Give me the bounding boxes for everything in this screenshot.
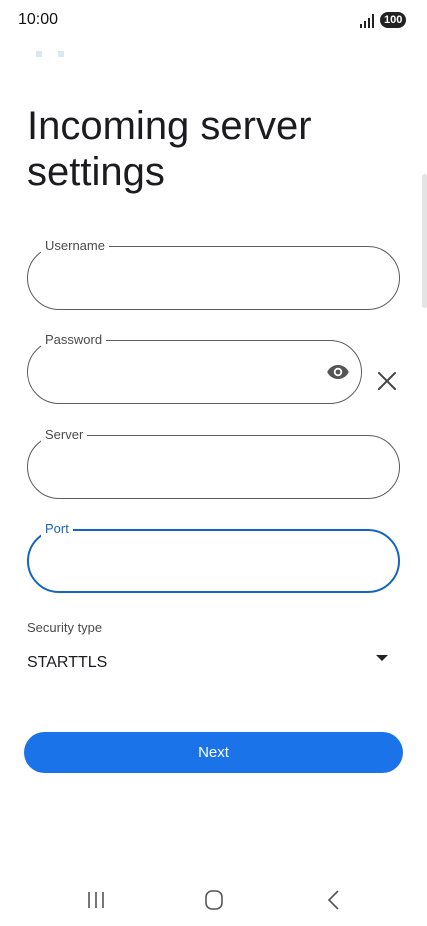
status-time: 10:00 bbox=[18, 11, 59, 28]
password-label: Password bbox=[41, 332, 107, 348]
port-label: Port bbox=[41, 521, 73, 537]
username-input[interactable] bbox=[45, 260, 345, 296]
security-type-value: STARTTLS bbox=[27, 654, 108, 671]
server-input[interactable] bbox=[45, 449, 345, 485]
status-bar: 10:00 100 bbox=[0, 0, 427, 40]
loading-indicator bbox=[36, 44, 80, 62]
security-type-label: Security type bbox=[27, 620, 103, 635]
server-field[interactable]: Server bbox=[27, 427, 400, 499]
home-icon[interactable] bbox=[200, 888, 228, 912]
recents-icon[interactable] bbox=[82, 888, 110, 912]
back-icon[interactable] bbox=[320, 888, 348, 912]
navigation-bar bbox=[0, 870, 427, 926]
port-field[interactable]: Port bbox=[27, 521, 400, 593]
next-button[interactable]: Next bbox=[24, 732, 403, 773]
signal-bars-icon bbox=[360, 14, 374, 28]
password-field[interactable]: Password bbox=[27, 332, 362, 404]
password-input[interactable] bbox=[45, 354, 345, 390]
scrollbar-thumb[interactable] bbox=[422, 174, 427, 308]
dropdown-arrow-icon bbox=[376, 655, 388, 661]
eye-icon[interactable] bbox=[326, 360, 350, 384]
username-label: Username bbox=[41, 238, 109, 254]
battery-badge: 100 bbox=[380, 12, 407, 28]
page-title: Incoming server settings bbox=[27, 104, 312, 194]
security-type-dropdown[interactable]: STARTTLS bbox=[27, 645, 400, 679]
username-field[interactable]: Username bbox=[27, 238, 400, 310]
close-icon[interactable] bbox=[376, 370, 398, 392]
port-input[interactable] bbox=[45, 543, 345, 579]
screen: 10:00 100 Incoming server settings Usern… bbox=[0, 0, 427, 926]
server-label: Server bbox=[41, 427, 88, 443]
